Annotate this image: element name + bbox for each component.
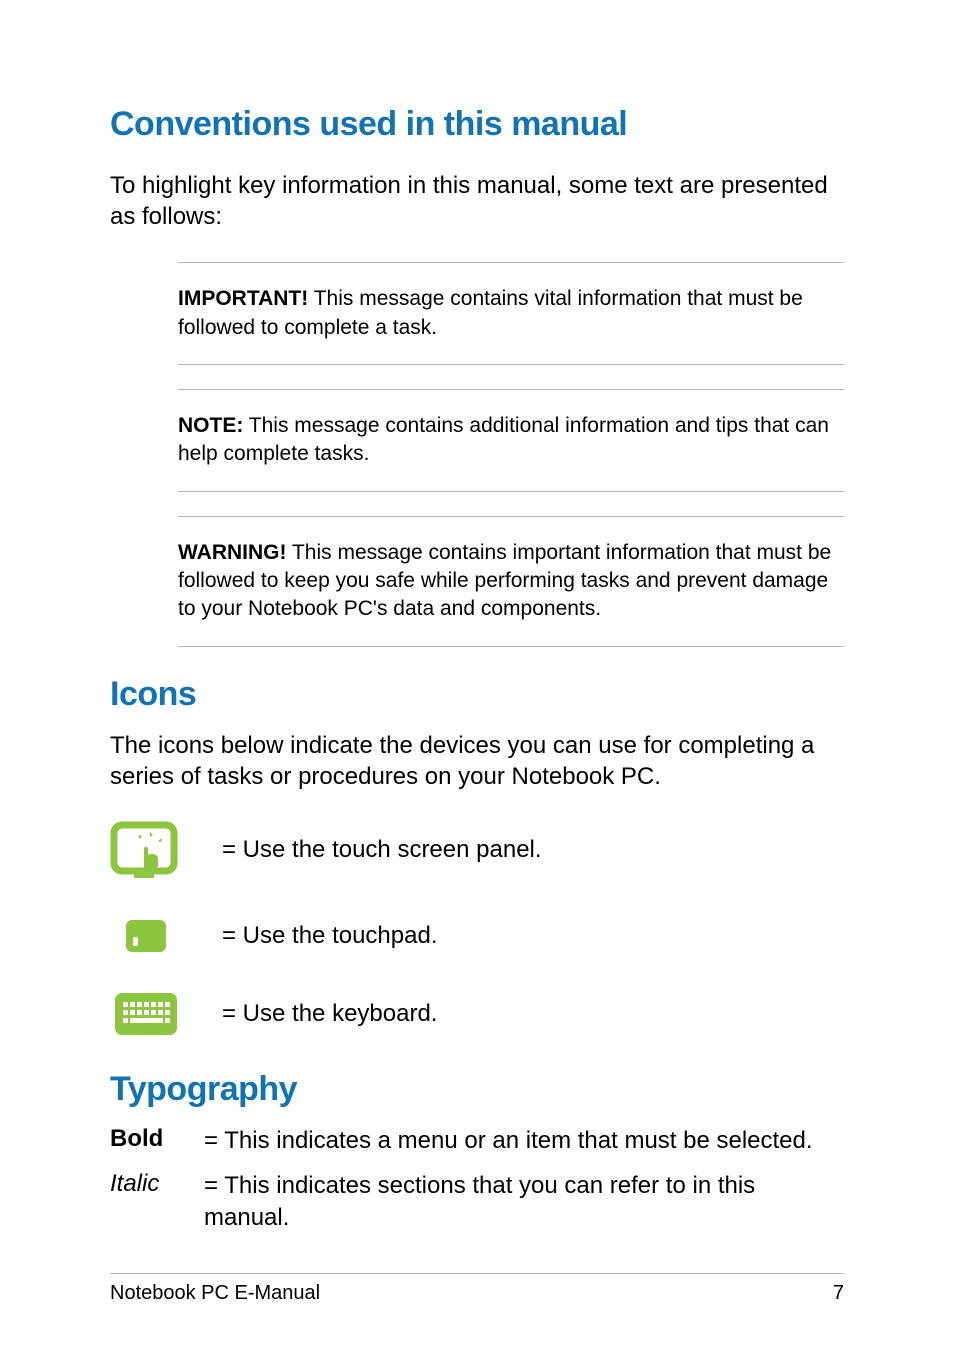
typography-italic-desc: = This indicates sections that you can r… (204, 1170, 844, 1232)
callout-important: IMPORTANT! This message contains vital i… (178, 262, 844, 365)
page-footer: Notebook PC E-Manual 7 (110, 1273, 844, 1305)
icon-row-touchpad: = Use the touchpad. (110, 908, 844, 964)
heading-icons: Icons (110, 675, 844, 714)
typography-bold-label: Bold (110, 1125, 204, 1156)
footer-title: Notebook PC E-Manual (110, 1282, 320, 1305)
keyboard-icon (110, 986, 182, 1042)
typography-row-italic: Italic = This indicates sections that yo… (110, 1170, 844, 1232)
touchpad-icon (110, 908, 182, 964)
typography-row-bold: Bold = This indicates a menu or an item … (110, 1125, 844, 1156)
callout-note: NOTE: This message contains additional i… (178, 389, 844, 492)
footer-page-number: 7 (833, 1282, 844, 1305)
heading-typography: Typography (110, 1070, 844, 1109)
icon-label-touchpad: = Use the touchpad. (222, 922, 437, 950)
callout-important-label: IMPORTANT! (178, 287, 308, 310)
touchscreen-icon (110, 822, 182, 878)
typography-bold-desc: = This indicates a menu or an item that … (204, 1125, 813, 1156)
heading-conventions: Conventions used in this manual (110, 105, 844, 144)
callout-note-text: NOTE: This message contains additional i… (178, 412, 844, 469)
conventions-intro-text: To highlight key information in this man… (110, 170, 844, 232)
icons-intro-text: The icons below indicate the devices you… (110, 730, 844, 792)
icon-row-touchscreen: = Use the touch screen panel. (110, 822, 844, 878)
callout-important-text: IMPORTANT! This message contains vital i… (178, 285, 844, 342)
callout-warning-label: WARNING! (178, 541, 287, 564)
callout-note-body: This message contains additional informa… (178, 414, 829, 465)
icon-row-keyboard: = Use the keyboard. (110, 986, 844, 1042)
callout-note-label: NOTE: (178, 414, 243, 437)
callout-warning: WARNING! This message contains important… (178, 516, 844, 647)
callout-warning-text: WARNING! This message contains important… (178, 539, 844, 624)
icon-label-keyboard: = Use the keyboard. (222, 1000, 437, 1028)
page-content: Conventions used in this manual To highl… (0, 0, 954, 1285)
icon-label-touchscreen: = Use the touch screen panel. (222, 836, 542, 864)
typography-italic-label: Italic (110, 1170, 204, 1232)
